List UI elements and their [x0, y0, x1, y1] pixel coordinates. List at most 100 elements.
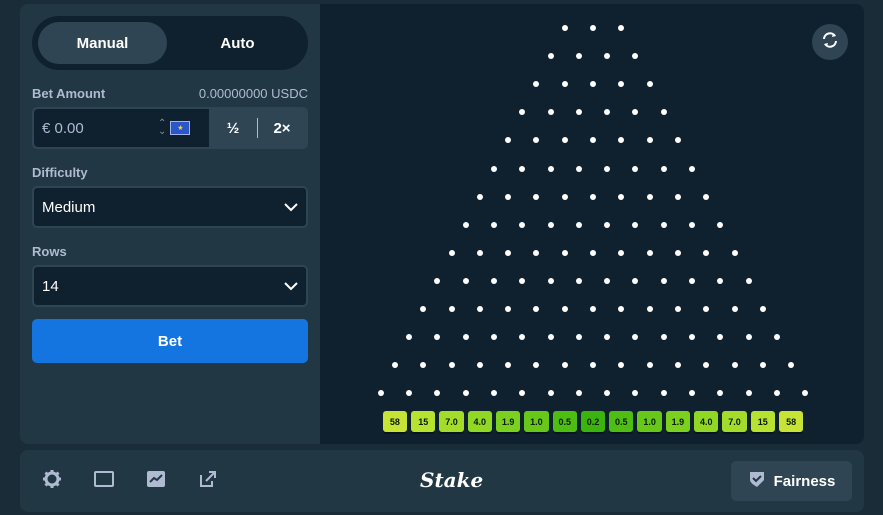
- peg: [660, 277, 667, 284]
- peg: [561, 306, 568, 312]
- bet-amount-label-row: Bet Amount 0.00000000 USDC: [32, 86, 308, 101]
- multiplier-bucket: 1.9: [665, 411, 691, 432]
- peg: [575, 221, 582, 228]
- bet-sidebar: Manual Auto Bet Amount 0.00000000 USDC ⌃…: [20, 4, 320, 444]
- peg: [646, 362, 653, 369]
- multiplier-bucket: 4.0: [694, 411, 719, 432]
- peg: [547, 277, 554, 284]
- settings-button[interactable]: [32, 461, 72, 501]
- peg: [519, 390, 526, 397]
- peg: [703, 249, 710, 256]
- difficulty-select[interactable]: Medium: [32, 186, 308, 228]
- peg: [717, 221, 724, 228]
- tab-auto[interactable]: Auto: [173, 22, 302, 64]
- plinko-board: 58 15 7.0 4.0 1.9 1.0 0.5 0.2 0.5 1.0 1.9 4.0 7.0 15 5…: [320, 4, 864, 444]
- peg: [660, 390, 667, 397]
- peg: [406, 334, 413, 341]
- peg: [618, 249, 625, 256]
- peg: [434, 277, 441, 284]
- peg: [575, 53, 582, 60]
- peg: [632, 109, 639, 116]
- peg: [533, 362, 540, 369]
- multiplier-bucket: 15: [411, 411, 436, 432]
- peg: [519, 277, 526, 284]
- peg: [632, 53, 639, 60]
- live-stats-button[interactable]: [812, 24, 848, 60]
- peg: [519, 165, 526, 172]
- peg: [575, 165, 582, 172]
- chevron-down-icon: [284, 199, 298, 216]
- peg: [448, 249, 455, 256]
- peg: [490, 334, 497, 341]
- peg: [462, 277, 469, 284]
- peg: [788, 362, 795, 369]
- peg: [660, 109, 667, 116]
- rows-select[interactable]: 14: [32, 265, 308, 307]
- peg: [490, 390, 497, 397]
- peg: [590, 306, 596, 312]
- peg: [547, 53, 554, 60]
- peg: [689, 221, 696, 228]
- bet-amount-input[interactable]: [42, 119, 152, 137]
- amount-stepper-icon[interactable]: ⌃ ⌄: [158, 119, 166, 137]
- peg: [717, 277, 724, 284]
- multiplier-bucket: 4.0: [467, 411, 492, 432]
- multiplier-bucket: 1.0: [524, 411, 549, 432]
- peg: [434, 390, 441, 397]
- peg: [505, 362, 512, 369]
- tab-manual[interactable]: Manual: [38, 22, 167, 64]
- fairness-button[interactable]: Fairness: [731, 461, 852, 501]
- peg: [590, 249, 596, 256]
- peg: [632, 221, 639, 228]
- peg: [604, 221, 611, 228]
- peg: [533, 306, 540, 312]
- peg: [590, 137, 596, 144]
- peg: [759, 362, 766, 369]
- peg: [406, 390, 413, 397]
- peg: [391, 362, 398, 369]
- peg: [773, 334, 780, 341]
- peg: [632, 277, 639, 284]
- peg: [745, 390, 752, 397]
- theatre-mode-button[interactable]: [84, 461, 124, 501]
- peg: [689, 165, 696, 172]
- multiplier-bucket: 15: [750, 411, 775, 432]
- peg: [745, 277, 752, 284]
- peg: [618, 137, 625, 144]
- difficulty-value: Medium: [42, 198, 96, 216]
- peg: [533, 137, 540, 144]
- live-stats-toggle[interactable]: [136, 461, 176, 501]
- bet-button[interactable]: Bet: [32, 319, 308, 363]
- peg: [561, 25, 568, 31]
- peg: [533, 249, 540, 256]
- peg: [674, 306, 681, 312]
- refresh-icon: [821, 31, 839, 54]
- window-icon: [94, 470, 114, 492]
- peg: [773, 390, 780, 397]
- peg: [689, 334, 696, 341]
- fairness-label: Fairness: [773, 472, 836, 490]
- double-bet-button[interactable]: 2×: [258, 109, 306, 147]
- peg: [731, 306, 738, 312]
- peg: [505, 193, 512, 200]
- peg: [547, 109, 554, 116]
- peg: [490, 277, 497, 284]
- peg: [703, 306, 710, 312]
- peg: [476, 249, 483, 256]
- popout-button[interactable]: [188, 461, 228, 501]
- chart-icon: [146, 470, 166, 493]
- peg: [575, 109, 582, 116]
- bet-amount-wrap: ⌃⌄ ★: [34, 109, 209, 147]
- peg: [476, 362, 483, 369]
- peg: [448, 362, 455, 369]
- peg: [632, 334, 639, 341]
- peg: [547, 390, 554, 397]
- peg: [632, 165, 639, 172]
- half-bet-button[interactable]: ½: [209, 109, 257, 147]
- peg: [547, 165, 554, 172]
- mode-tabs: Manual Auto: [32, 16, 308, 70]
- peg: [505, 137, 512, 144]
- peg: [590, 81, 596, 88]
- peg: [604, 277, 611, 284]
- peg: [646, 306, 653, 312]
